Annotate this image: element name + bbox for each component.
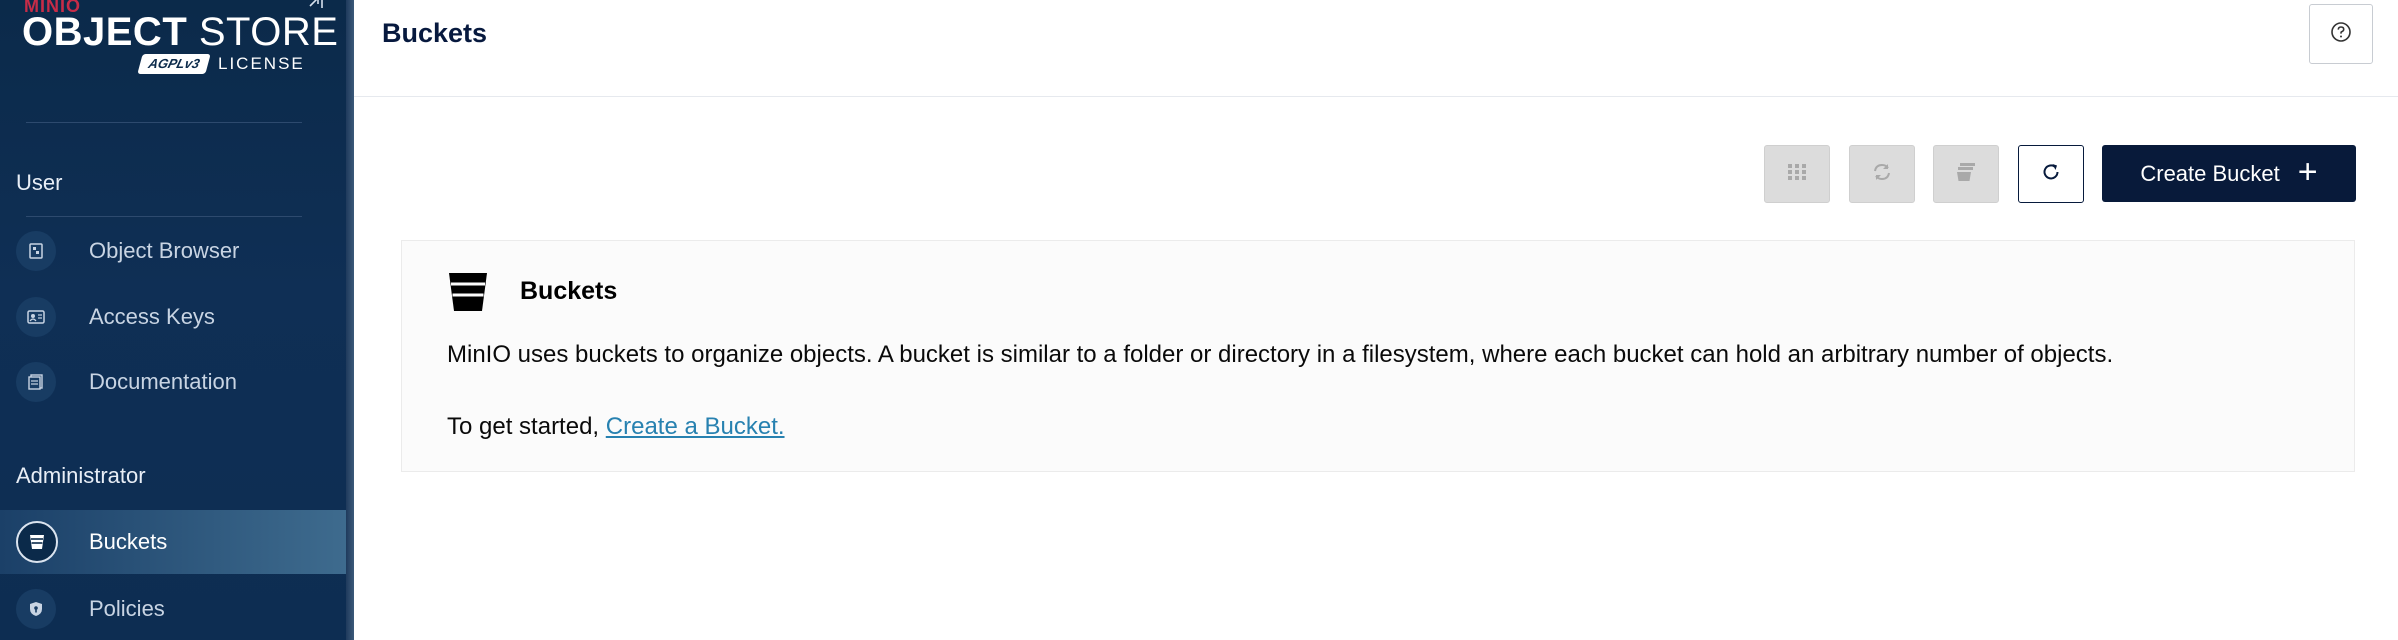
sidebar-item-label: Documentation (89, 369, 237, 394)
help-button[interactable] (2309, 4, 2373, 64)
page-header: Buckets (354, 0, 2398, 97)
batch-delete-icon (1955, 162, 1977, 187)
bucket-icon (447, 271, 489, 313)
sidebar-item-policies[interactable]: Policies (0, 577, 346, 640)
sidebar-item-label: Buckets (89, 529, 168, 554)
logo-product-bold: OBJECT (22, 10, 188, 54)
license-label: LICENSE (218, 54, 305, 73)
sidebar-item-buckets[interactable]: Buckets (0, 510, 346, 574)
page-title: Buckets (382, 18, 488, 48)
info-panel-description: MinIO uses buckets to organize objects. … (447, 341, 2114, 368)
logo-license: AGPLv3 LICENSE (137, 54, 305, 74)
sidebar-item-object-browser[interactable]: Object Browser (0, 219, 346, 283)
info-panel-cta: To get started, Create a Bucket. (447, 413, 785, 441)
cta-prefix: To get started, (447, 413, 606, 440)
create-bucket-link[interactable]: Create a Bucket. (606, 413, 785, 440)
access-keys-icon (16, 297, 56, 337)
sidebar-item-documentation[interactable]: Documentation (0, 350, 346, 414)
batch-delete-button[interactable] (1933, 145, 1999, 203)
sidebar: MINIO OBJECT STORE AGPLv3 LICENSE User O… (0, 0, 346, 640)
info-panel-title: Buckets (520, 277, 618, 305)
refresh-button[interactable] (2018, 145, 2084, 203)
sidebar-item-label: Policies (89, 596, 165, 621)
sidebar-section-administrator: Administrator (16, 463, 146, 488)
documentation-icon (16, 362, 56, 402)
logo-product-light: STORE (198, 10, 339, 54)
logo-product-name: OBJECT STORE (22, 10, 338, 55)
refresh-icon (2040, 161, 2062, 188)
collapse-sidebar-icon[interactable] (308, 0, 326, 8)
policies-icon (16, 589, 56, 629)
grid-view-button[interactable] (1764, 145, 1830, 203)
replication-button[interactable] (1849, 145, 1915, 203)
bucket-icon (16, 521, 58, 563)
object-browser-icon (16, 231, 56, 271)
plus-icon: + (2297, 153, 2318, 191)
create-bucket-button[interactable]: Create Bucket + (2102, 145, 2356, 202)
help-circle-icon (2330, 21, 2352, 48)
agpl-badge: AGPLv3 (137, 54, 211, 74)
create-bucket-label: Create Bucket (2140, 160, 2280, 186)
sidebar-divider (26, 122, 302, 123)
sidebar-item-label: Object Browser (89, 238, 240, 263)
sidebar-section-user: User (16, 170, 63, 195)
sidebar-border (346, 0, 354, 640)
grid-icon (1787, 163, 1807, 186)
replication-icon (1872, 162, 1892, 187)
sidebar-divider (26, 216, 302, 217)
sidebar-item-access-keys[interactable]: Access Keys (0, 285, 346, 349)
sidebar-item-label: Access Keys (89, 304, 215, 329)
buckets-info-panel: Buckets MinIO uses buckets to organize o… (401, 240, 2355, 472)
